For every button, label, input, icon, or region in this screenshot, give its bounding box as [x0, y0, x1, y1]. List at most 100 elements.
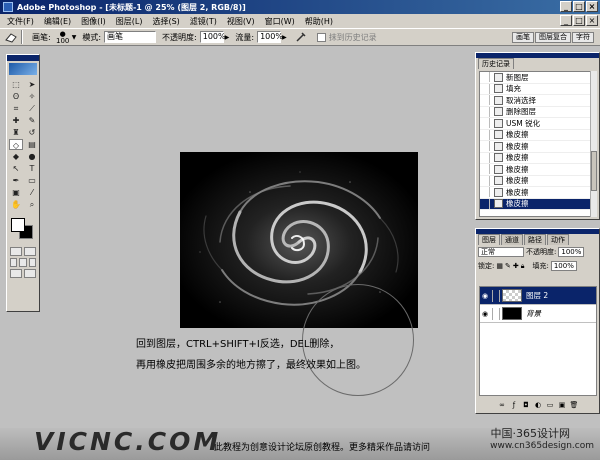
tab-actions[interactable]: 动作	[547, 234, 569, 245]
history-scroll-thumb[interactable]	[591, 151, 597, 191]
brush-tool-icon[interactable]: ✎	[25, 115, 39, 126]
foreground-color-swatch[interactable]	[11, 218, 25, 232]
history-item[interactable]: 删除图层	[480, 106, 591, 118]
minimize-button[interactable]: _	[560, 1, 572, 12]
history-snapshot-toggle[interactable]	[480, 164, 490, 175]
history-item[interactable]: 橡皮擦	[480, 164, 591, 176]
pen-tool-icon[interactable]: ✒	[9, 175, 23, 186]
blend-mode-select[interactable]: 正常	[478, 247, 524, 257]
history-item[interactable]: 橡皮擦	[480, 198, 591, 210]
eraser-tool-icon[interactable]: ◇	[9, 139, 23, 150]
doc-maximize-button[interactable]: □	[573, 15, 585, 26]
history-snapshot-toggle[interactable]	[480, 152, 490, 163]
palette-tab-layer-comps[interactable]: 图层复合	[535, 32, 571, 43]
tab-channels[interactable]: 通道	[501, 234, 523, 245]
layer-name[interactable]: 图层 2	[526, 290, 548, 301]
palette-tab-character[interactable]: 字符	[572, 32, 594, 43]
history-brush-tool-icon[interactable]: ↺	[25, 127, 39, 138]
eyedropper-tool-icon[interactable]: ⁄	[25, 187, 39, 198]
lasso-tool-icon[interactable]: ʘ	[9, 91, 23, 102]
new-layer-icon[interactable]: ▣	[557, 401, 567, 410]
jump-to-imageready-icon[interactable]	[10, 269, 22, 278]
brush-dropdown-icon[interactable]: ▼	[72, 34, 77, 41]
lock-image-icon[interactable]: ✎	[505, 262, 511, 270]
airbrush-icon[interactable]	[295, 31, 307, 43]
tab-layers[interactable]: 图层	[478, 234, 500, 245]
menu-view[interactable]: 视图(V)	[222, 16, 260, 27]
blur-tool-icon[interactable]: ◆	[9, 151, 23, 162]
history-snapshot-toggle[interactable]	[480, 106, 490, 117]
standard-mode-icon[interactable]	[10, 247, 22, 256]
history-snapshot-toggle[interactable]	[480, 83, 490, 94]
clone-stamp-tool-icon[interactable]: ♜	[9, 127, 23, 138]
visibility-eye-icon[interactable]: ◉	[480, 292, 490, 300]
menu-window[interactable]: 窗口(W)	[260, 16, 300, 27]
notes-tool-icon[interactable]: ▣	[9, 187, 23, 198]
toolbox-logo-icon[interactable]	[9, 63, 37, 75]
history-item[interactable]: 取消选择	[480, 95, 591, 107]
jump-to-imageready-arrow-icon[interactable]	[24, 269, 36, 278]
history-snapshot-toggle[interactable]	[480, 198, 490, 209]
opacity-input[interactable]: 100%	[199, 31, 226, 43]
close-button[interactable]: ×	[586, 1, 598, 12]
zoom-tool-icon[interactable]: ⌕	[25, 199, 39, 210]
quick-mask-mode-icon[interactable]	[24, 247, 36, 256]
layer-style-icon[interactable]: ƒ	[509, 401, 519, 410]
history-item[interactable]: 橡皮擦	[480, 187, 591, 199]
maximize-button[interactable]: □	[573, 1, 585, 12]
history-item[interactable]: 橡皮擦	[480, 141, 591, 153]
full-screen-menu-mode-icon[interactable]	[19, 258, 27, 267]
layer-row-layer-2[interactable]: ◉ 图层 2	[480, 287, 596, 305]
path-selection-tool-icon[interactable]: ↖	[9, 163, 23, 174]
menu-layer[interactable]: 图层(L)	[111, 16, 148, 27]
doc-close-button[interactable]: ×	[586, 15, 598, 26]
type-tool-icon[interactable]: T	[25, 163, 39, 174]
history-snapshot-toggle[interactable]	[480, 141, 490, 152]
history-item[interactable]: 橡皮擦	[480, 175, 591, 187]
visibility-eye-icon[interactable]: ◉	[480, 310, 490, 318]
history-item[interactable]: USM 锐化	[480, 118, 591, 130]
shape-tool-icon[interactable]: ▭	[25, 175, 39, 186]
history-item[interactable]: 橡皮擦	[480, 152, 591, 164]
layer-name[interactable]: 背景	[526, 308, 541, 319]
toolbox-header[interactable]	[7, 55, 39, 61]
history-snapshot-toggle[interactable]	[480, 129, 490, 140]
tab-history[interactable]: 历史记录	[478, 58, 514, 69]
layer-opacity-input[interactable]: 100%	[558, 247, 585, 257]
layer-brush-icon[interactable]	[492, 289, 500, 302]
delete-layer-icon[interactable]: 🗑︎	[569, 401, 579, 410]
adjustment-layer-icon[interactable]: ◐	[533, 401, 543, 410]
lock-all-icon[interactable]: 🔒︎	[521, 262, 525, 271]
mode-select[interactable]: 画笔	[104, 31, 157, 43]
palette-tab-brushes[interactable]: 画笔	[512, 32, 534, 43]
move-tool-icon[interactable]: ➤	[25, 79, 39, 90]
history-snapshot-toggle[interactable]	[480, 187, 490, 198]
link-layers-icon[interactable]: ∞	[497, 401, 507, 410]
history-snapshot-toggle[interactable]	[480, 95, 490, 106]
history-snapshot-toggle[interactable]	[480, 72, 490, 83]
slice-tool-icon[interactable]: ⟋	[25, 103, 39, 114]
full-screen-mode-icon[interactable]	[28, 258, 36, 267]
new-group-icon[interactable]: ▭	[545, 401, 555, 410]
brush-preset-picker[interactable]: ● 100	[54, 30, 72, 44]
dodge-tool-icon[interactable]: ●	[25, 151, 39, 162]
hand-tool-icon[interactable]: ✋	[9, 199, 23, 210]
tab-paths[interactable]: 路径	[524, 234, 546, 245]
menu-help[interactable]: 帮助(H)	[300, 16, 338, 27]
history-scrollbar[interactable]	[590, 71, 597, 217]
menu-file[interactable]: 文件(F)	[2, 16, 39, 27]
menu-edit[interactable]: 编辑(E)	[39, 16, 76, 27]
magic-wand-tool-icon[interactable]: ✧	[25, 91, 39, 102]
menu-image[interactable]: 图像(I)	[76, 16, 111, 27]
marquee-tool-icon[interactable]: ⬚	[9, 79, 23, 90]
layer-mask-icon[interactable]: ◘	[521, 401, 531, 410]
doc-minimize-button[interactable]: _	[560, 15, 572, 26]
flow-input[interactable]: 100%	[257, 31, 283, 43]
menu-filter[interactable]: 滤镜(T)	[185, 16, 222, 27]
lock-transparency-icon[interactable]: ▦	[496, 262, 503, 270]
eraser-tool-icon[interactable]	[4, 31, 18, 43]
opacity-arrow-icon[interactable]: ▶	[225, 34, 230, 41]
history-item[interactable]: 橡皮擦	[480, 129, 591, 141]
layer-link-icon[interactable]	[492, 307, 500, 320]
history-item[interactable]: 新图层	[480, 72, 591, 84]
